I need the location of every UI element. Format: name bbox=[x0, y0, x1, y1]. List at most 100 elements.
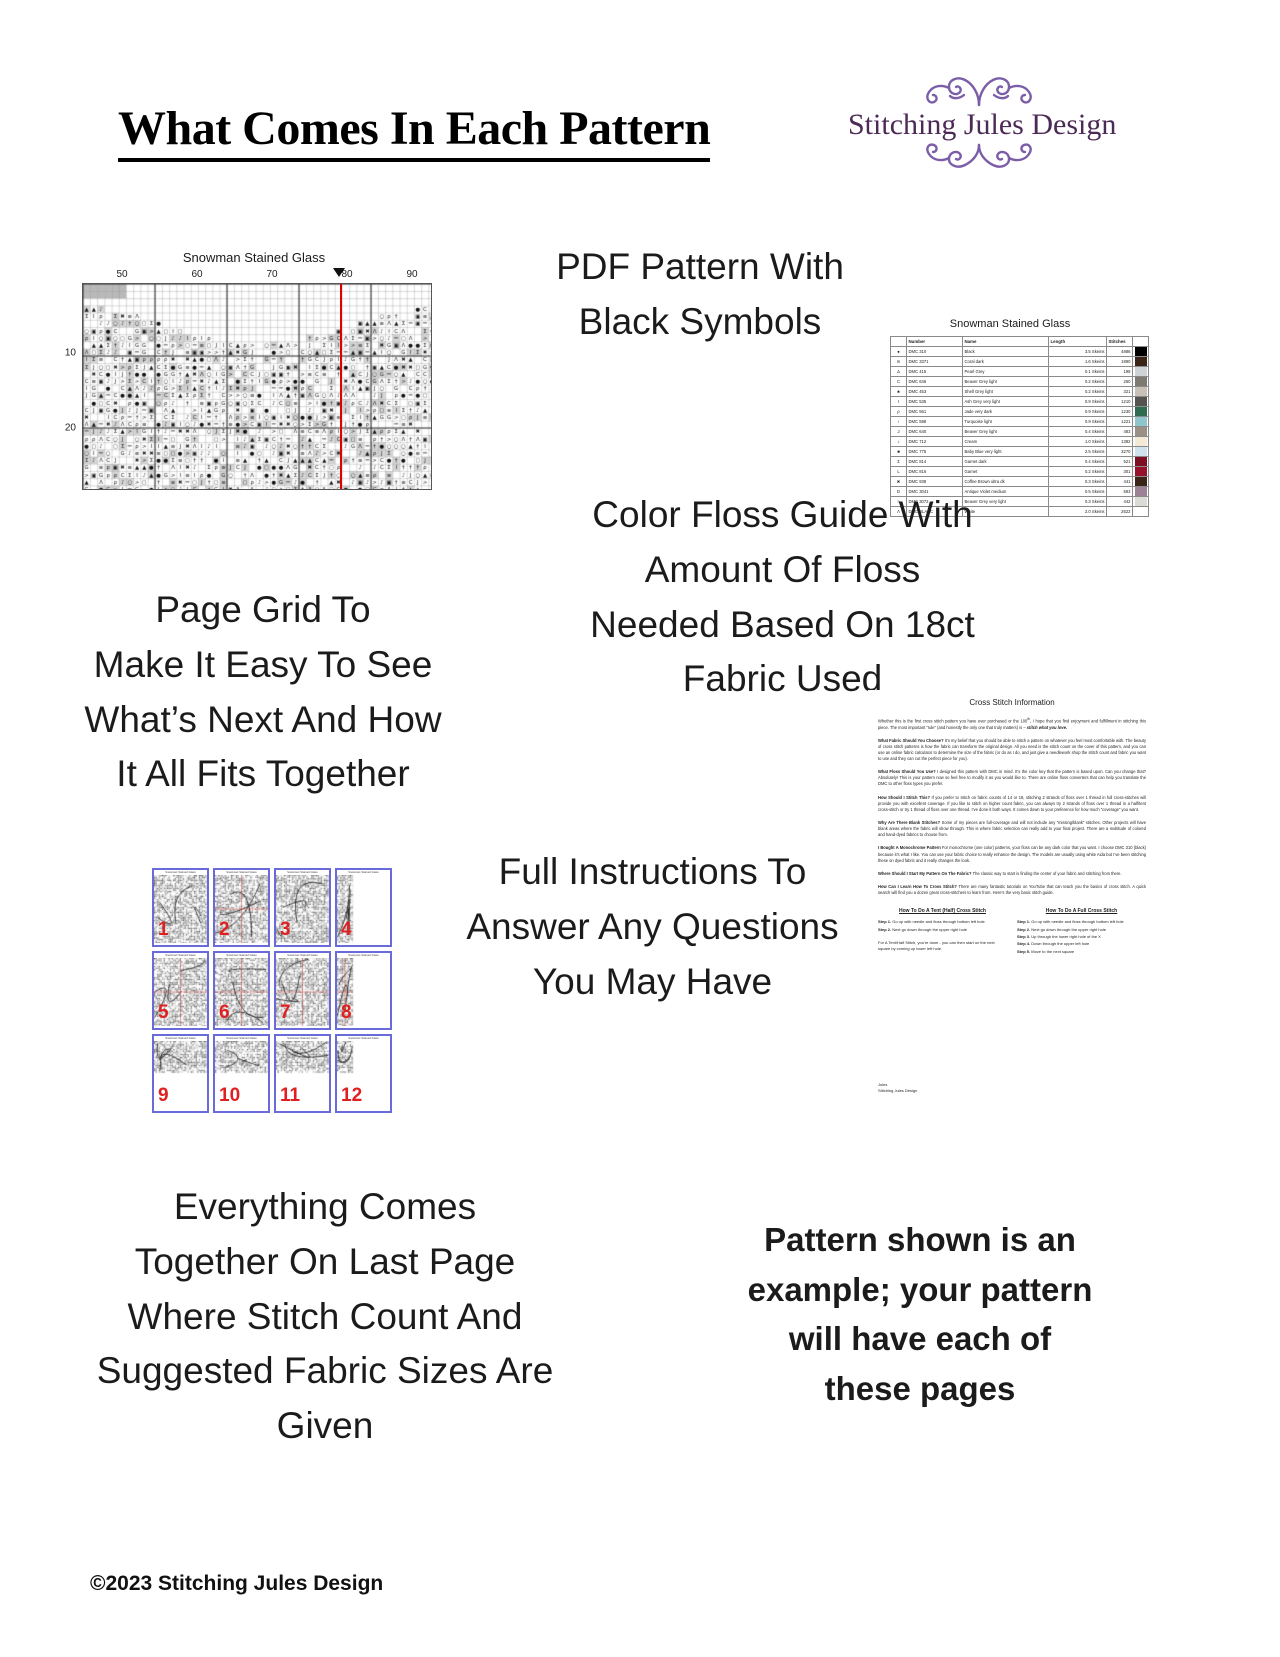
floss-symbol: ρ bbox=[890, 406, 907, 417]
brand-logo: Stitching Jules Design bbox=[848, 72, 1116, 200]
floss-length: 0.9 Skeins bbox=[1048, 396, 1107, 407]
page-thumbnail-number: 4 bbox=[341, 919, 352, 940]
chart-center-line bbox=[340, 284, 342, 489]
floss-table-header-row: Number Name Length Stitches bbox=[890, 336, 1149, 347]
page-thumbnail[interactable]: Snowman Stained Glass 1 bbox=[152, 868, 209, 947]
page-thumbnail-number: 6 bbox=[219, 1002, 230, 1023]
floss-stitches: 593 bbox=[1106, 486, 1133, 497]
floss-length: 0.9 Skeins bbox=[1048, 406, 1107, 417]
floss-color-swatch bbox=[1132, 406, 1149, 417]
stitch-step: Step 2. Next go down through the upper r… bbox=[878, 926, 967, 932]
callout-disclaimer: Pattern shown is an example; your patter… bbox=[747, 1221, 1093, 1407]
stitch-step: Step 5. Move to the next square bbox=[1017, 948, 1075, 954]
floss-symbol: ∆ bbox=[890, 366, 907, 377]
floss-length: 0.4 Skeins bbox=[1048, 426, 1107, 437]
instructions-title: Cross Stitch Information bbox=[969, 698, 1055, 707]
page-thumbnail-number: 2 bbox=[219, 919, 230, 940]
floss-col-symbol bbox=[890, 336, 907, 347]
stitch-step: Step 3. Up through the lower right hole … bbox=[1017, 934, 1101, 940]
page-thumbnail[interactable]: Snowman Stained Glass 7 bbox=[274, 951, 331, 1030]
tent-stitch-steps: Step 1. Go up with needle and floss thro… bbox=[878, 919, 1007, 933]
page-thumbnail-title: Snowman Stained Glass bbox=[226, 871, 257, 874]
floss-table-row: I DMC 535 Ash Grey very light 0.9 Skeins 121… bbox=[890, 396, 1149, 407]
floss-number: DMC 310 bbox=[906, 346, 963, 357]
chart-row-label: 20 bbox=[64, 422, 76, 434]
floss-table-row: ■ DMC 775 Baby Blue very light 2.5 Skeins 32… bbox=[890, 446, 1149, 457]
floss-name: Cream bbox=[962, 436, 1049, 447]
floss-table-row: J DMC 640 Beaver Grey light 0.4 Skeins 483 bbox=[890, 426, 1149, 437]
logo-text: Stitching Jules Design bbox=[848, 108, 1117, 141]
floss-stitches: 1221 bbox=[1106, 416, 1133, 427]
flourish-bottom-icon bbox=[848, 141, 1110, 177]
page-thumbnail[interactable]: Snowman Stained Glass 9 bbox=[152, 1034, 209, 1113]
page-thumbnail[interactable]: Snowman Stained Glass 2 bbox=[213, 868, 270, 947]
page-thumbnail[interactable]: Snowman Stained Glass 3 bbox=[274, 868, 331, 947]
floss-name: Shell Grey light bbox=[962, 386, 1049, 397]
floss-stitches: 3270 bbox=[1106, 446, 1133, 457]
floss-col-swatch bbox=[1132, 336, 1149, 347]
page-thumbnail-title: Snowman Stained Glass bbox=[348, 1037, 379, 1040]
floss-color-swatch bbox=[1132, 386, 1149, 397]
floss-length: 0.5 Skeins bbox=[1048, 486, 1107, 497]
page-thumbnail[interactable]: Snowman Stained Glass 10 bbox=[213, 1034, 270, 1113]
floss-name: Baby Blue very light bbox=[962, 446, 1049, 457]
page-thumbnail-number: 1 bbox=[158, 919, 169, 940]
page-thumbnail-title: Snowman Stained Glass bbox=[165, 871, 196, 874]
instruction-paragraph: Where Should I Start My Pattern On The F… bbox=[878, 870, 1122, 876]
floss-number: DMC 561 bbox=[906, 406, 963, 417]
floss-stitches: 321 bbox=[1106, 386, 1133, 397]
floss-length: 1.6 Skeins bbox=[1048, 356, 1107, 367]
floss-stitches: 199 bbox=[1106, 366, 1133, 377]
floss-length: 0.2 Skeins bbox=[1048, 386, 1107, 397]
floss-name: Garnet dark bbox=[962, 456, 1049, 467]
page-thumbnail-number: 8 bbox=[341, 1002, 352, 1023]
chart-row-labels: 10 20 bbox=[48, 268, 80, 473]
page-thumbnail-title: Snowman Stained Glass bbox=[348, 871, 379, 874]
floss-color-swatch bbox=[1132, 426, 1149, 437]
floss-color-swatch bbox=[1132, 396, 1149, 407]
floss-length: 1.0 Skeins bbox=[1048, 436, 1107, 447]
page-thumbnail-number: 10 bbox=[219, 1085, 241, 1106]
floss-length: 0.2 Skeins bbox=[1048, 376, 1107, 387]
floss-length: 0.3 Skeins bbox=[1048, 476, 1107, 487]
floss-stitches: 2622 bbox=[1106, 506, 1133, 517]
floss-col-number: Number bbox=[906, 336, 963, 347]
page-thumbnail-title: Snowman Stained Glass bbox=[287, 871, 318, 874]
page-thumbnail[interactable]: Snowman Stained Glass 5 bbox=[152, 951, 209, 1030]
floss-table-row: ∆ DMC 415 Pearl Grey 0.1 Skeins 199 bbox=[890, 366, 1149, 377]
floss-color-swatch bbox=[1132, 436, 1149, 447]
floss-table-row: ✖ DMC 938 Coffee Brown ultra dk 0.3 Skeins 4… bbox=[890, 476, 1149, 487]
floss-symbol: Σ bbox=[890, 456, 907, 467]
floss-symbol: C bbox=[890, 376, 907, 387]
callout-floss-guide: Color Floss Guide With Amount Of Floss N… bbox=[590, 494, 975, 700]
page-thumbnail-number: 3 bbox=[280, 919, 291, 940]
chart-center-marker-icon bbox=[333, 268, 345, 277]
floss-length: 2.0 Skeins bbox=[1048, 506, 1107, 517]
page-thumbnail[interactable]: Snowman Stained Glass 12 bbox=[335, 1034, 392, 1113]
page-thumbnail[interactable]: Snowman Stained Glass 11 bbox=[274, 1034, 331, 1113]
floss-symbol: I bbox=[890, 396, 907, 407]
floss-stitches: 442 bbox=[1106, 496, 1133, 507]
floss-stitches: 1230 bbox=[1106, 406, 1133, 417]
floss-color-swatch bbox=[1132, 416, 1149, 427]
pattern-chart-preview: Snowman Stained Glass 50 60 70 80 90 10 … bbox=[48, 250, 438, 500]
floss-number: DMC 535 bbox=[906, 396, 963, 407]
chart-row-label: 10 bbox=[64, 347, 76, 359]
floss-number: DMC 453 bbox=[906, 386, 963, 397]
page-thumbnail[interactable]: Snowman Stained Glass 4 bbox=[335, 868, 392, 947]
tent-stitch-note: For A Tent/Half Stitch, you’re done - yo… bbox=[878, 940, 995, 952]
page-thumbnail[interactable]: Snowman Stained Glass 6 bbox=[213, 951, 270, 1030]
floss-symbol: ● bbox=[890, 346, 907, 357]
page-title: What Comes In Each Pattern bbox=[118, 103, 711, 163]
stitch-guides: How To Do A Tent (Half) Cross Stitch Ste… bbox=[878, 908, 1146, 956]
instruction-paragraph: What Floss Should You Use? I designed th… bbox=[878, 769, 1146, 787]
floss-number: DMC 598 bbox=[906, 416, 963, 427]
chart-symbol-canvas bbox=[83, 284, 431, 489]
chart-grid bbox=[82, 283, 432, 490]
floss-stitches: 483 bbox=[1106, 426, 1133, 437]
floss-stitches: 1210 bbox=[1106, 396, 1133, 407]
floss-color-swatch bbox=[1132, 346, 1149, 357]
page-thumbnail[interactable]: Snowman Stained Glass 8 bbox=[335, 951, 392, 1030]
chart-title: Snowman Stained Glass bbox=[182, 250, 326, 265]
stitch-step: Step 1. Go up with needle and floss thro… bbox=[1017, 919, 1124, 925]
